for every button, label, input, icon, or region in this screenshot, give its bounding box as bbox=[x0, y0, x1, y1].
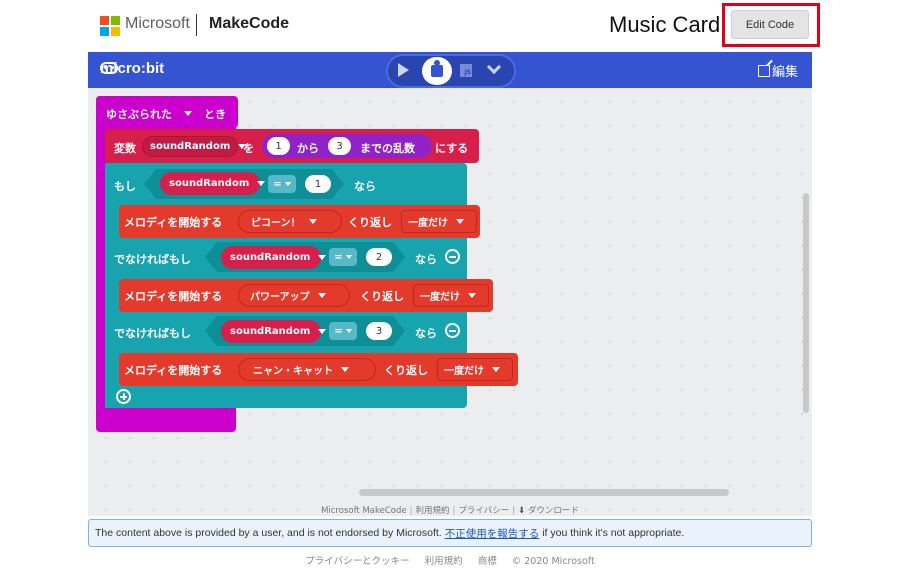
elseif2-operator-dropdown[interactable]: = bbox=[329, 322, 357, 340]
random-label: までの乱数 bbox=[360, 142, 415, 155]
chevron-down-icon[interactable] bbox=[486, 59, 502, 75]
block-editor: micro:bit JS 編集 ゆさぶられた とき 変数 soundRandom… bbox=[88, 52, 812, 516]
event-label: ゆさぶられた bbox=[106, 108, 172, 121]
editor-footer: Microsoft MakeCode | 利用規約 | プライバシー | ⬇ ダウンロード bbox=[321, 506, 579, 516]
footer-makecode-link[interactable]: Microsoft MakeCode bbox=[321, 506, 407, 516]
if-operator-dropdown[interactable]: = bbox=[268, 175, 296, 193]
edit-link-label: 編集 bbox=[771, 65, 798, 80]
event-suffix: とき bbox=[204, 108, 226, 121]
melody3-dropdown[interactable]: ニャン・キャット bbox=[238, 358, 376, 381]
elseif2-then: なら bbox=[415, 327, 437, 340]
random-low-input[interactable]: 1 bbox=[267, 137, 290, 155]
footer-download-link[interactable]: ダウンロード bbox=[528, 506, 579, 516]
elseif1-then: なら bbox=[415, 253, 437, 266]
random-from: から bbox=[297, 142, 319, 155]
trademarks-link[interactable]: 商標 bbox=[478, 556, 497, 567]
play-icon[interactable] bbox=[398, 63, 409, 77]
melody2-label: メロディを開始する bbox=[124, 290, 223, 303]
vertical-scrollbar[interactable] bbox=[803, 193, 809, 413]
elseif2-value-input[interactable]: 3 bbox=[366, 322, 392, 340]
editor-toolbar: micro:bit JS 編集 bbox=[88, 52, 812, 88]
footer-privacy-link[interactable]: プライバシー bbox=[458, 506, 509, 516]
if-label: もし bbox=[114, 180, 136, 193]
elseif1-label: でなければもし bbox=[114, 253, 191, 266]
javascript-icon[interactable]: JS bbox=[460, 64, 472, 77]
melody3-label: メロディを開始する bbox=[124, 364, 223, 377]
elseif1-value-input[interactable]: 2 bbox=[366, 248, 392, 266]
add-elseif-icon[interactable] bbox=[116, 389, 131, 404]
remove-elseif1-icon[interactable] bbox=[445, 249, 460, 264]
melody2-mode-dropdown[interactable]: 一度だけ bbox=[413, 284, 489, 307]
elseif1-variable-dropdown[interactable]: soundRandom bbox=[221, 246, 327, 269]
event-dropdown-arrow[interactable] bbox=[182, 105, 198, 121]
header-divider bbox=[196, 14, 197, 36]
microsoft-label: Microsoft bbox=[125, 15, 190, 32]
microbit-brand[interactable]: micro:bit bbox=[100, 60, 164, 77]
user-content-notice: The content above is provided by a user,… bbox=[88, 519, 812, 547]
elseif2-variable-dropdown[interactable]: soundRandom bbox=[221, 320, 327, 343]
if-block-spine bbox=[105, 163, 119, 408]
footer-terms-link[interactable]: 利用規約 bbox=[415, 506, 449, 516]
mode-switch: JS bbox=[386, 54, 516, 88]
random-high-input[interactable]: 3 bbox=[328, 137, 351, 155]
melody1-repeat: くり返し bbox=[348, 216, 392, 229]
notice-text: The content above is provided by a user,… bbox=[95, 527, 442, 539]
set-var-prefix: 変数 bbox=[114, 142, 136, 155]
privacy-cookies-link[interactable]: プライバシーとクッキー bbox=[305, 556, 409, 567]
puzzle-icon bbox=[431, 60, 443, 77]
elseif1-operator-dropdown[interactable]: = bbox=[329, 248, 357, 266]
project-title: Music Card bbox=[609, 12, 721, 37]
melody2-repeat: くり返し bbox=[360, 290, 404, 303]
variable-dropdown[interactable]: soundRandom bbox=[142, 136, 247, 157]
if-variable-dropdown[interactable]: soundRandom bbox=[160, 172, 266, 195]
edit-link[interactable]: 編集 bbox=[757, 61, 798, 80]
melody2-dropdown[interactable]: パワーアップ bbox=[238, 284, 350, 307]
if-value-input[interactable]: 1 bbox=[305, 175, 331, 193]
report-abuse-link[interactable]: 不正使用を報告する bbox=[445, 526, 540, 541]
melody3-repeat: くり返し bbox=[384, 364, 428, 377]
remove-elseif2-icon[interactable] bbox=[445, 323, 460, 338]
melody1-label: メロディを開始する bbox=[124, 216, 223, 229]
top-header: Microsoft MakeCode Music Card Edit Code bbox=[0, 0, 900, 52]
microbit-brand-label: micro:bit bbox=[100, 59, 165, 77]
set-var-to: を bbox=[243, 142, 254, 155]
edit-code-button[interactable]: Edit Code bbox=[731, 10, 809, 39]
makecode-label[interactable]: MakeCode bbox=[209, 15, 289, 33]
notice-text-after: if you think it's not appropriate. bbox=[542, 527, 685, 539]
melody1-mode-dropdown[interactable]: 一度だけ bbox=[401, 210, 477, 233]
download-icon: ⬇ bbox=[518, 506, 526, 516]
horizontal-scrollbar[interactable] bbox=[359, 489, 729, 496]
set-var-suffix: にする bbox=[435, 142, 469, 155]
blocks-mode-button[interactable] bbox=[422, 57, 452, 85]
elseif2-label: でなければもし bbox=[114, 327, 191, 340]
copyright: © 2020 Microsoft bbox=[511, 556, 595, 567]
melody3-mode-dropdown[interactable]: 一度だけ bbox=[437, 358, 513, 381]
microsoft-logo-icon bbox=[100, 16, 120, 36]
page-footer: プライバシーとクッキー 利用規約 商標 © 2020 Microsoft bbox=[0, 553, 900, 567]
if-then: なら bbox=[354, 180, 376, 193]
external-edit-icon bbox=[757, 64, 770, 77]
melody1-dropdown[interactable]: ピコーン！ bbox=[238, 210, 342, 233]
terms-link[interactable]: 利用規約 bbox=[425, 556, 463, 567]
